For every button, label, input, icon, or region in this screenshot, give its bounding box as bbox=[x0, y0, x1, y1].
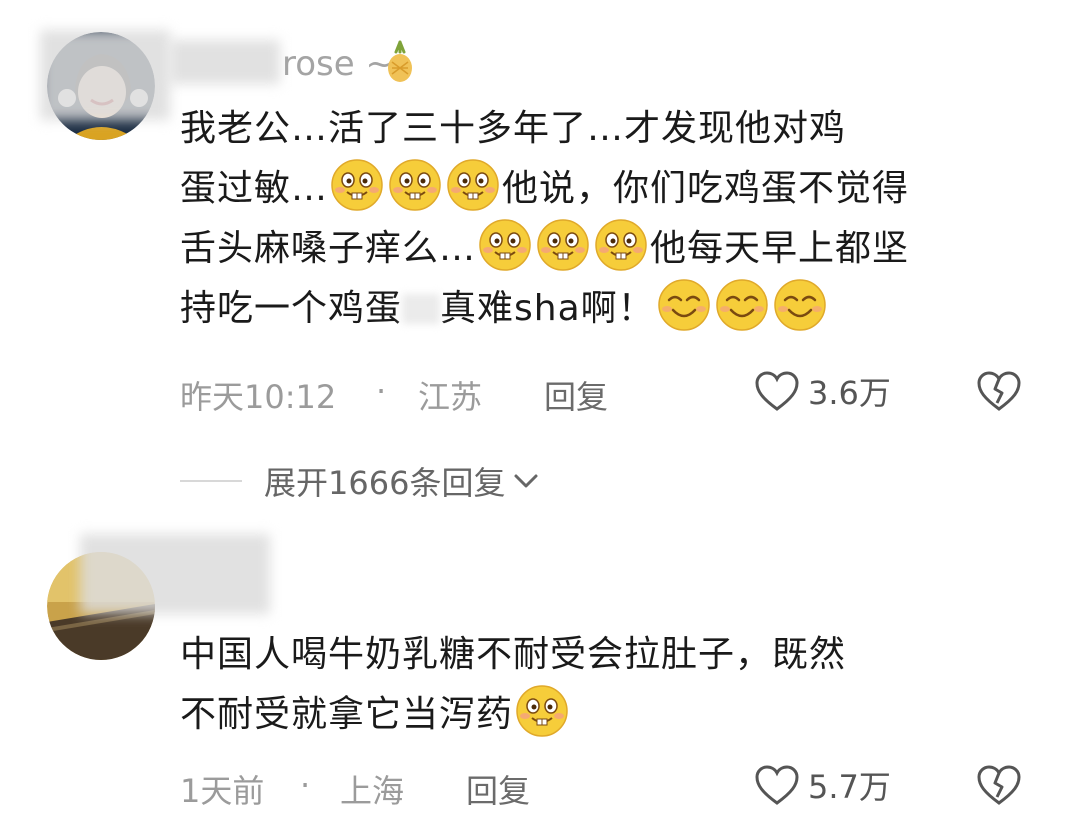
grin-emoji bbox=[330, 158, 384, 212]
text-segment: 蛋过敏… bbox=[180, 168, 329, 209]
text-segment: 他每天早上都坚 bbox=[650, 228, 910, 269]
broken-heart-icon[interactable] bbox=[976, 370, 1022, 412]
text-line: 我老公…活了三十多年了…才发现他对鸡 bbox=[180, 100, 1040, 158]
comment-text: 我老公…活了三十多年了…才发现他对鸡 蛋过敏… 他说，你们吃鸡蛋不觉得 舌头麻嗓子痒么… bbox=[180, 100, 1040, 338]
text-line: 舌头麻嗓子痒么… 他每天早上都坚 bbox=[180, 218, 1040, 278]
like-count: 3.6万 bbox=[808, 374, 891, 412]
text-line: 蛋过敏… 他说，你们吃鸡蛋不觉得 bbox=[180, 158, 1040, 218]
grin-emoji bbox=[446, 158, 500, 212]
privacy-blur bbox=[170, 40, 280, 84]
comment-location: 江苏 bbox=[418, 378, 483, 416]
heart-outline-icon bbox=[755, 371, 799, 411]
heart-outline-icon bbox=[755, 765, 799, 805]
text-segment: 不耐受就拿它当泻药 bbox=[180, 694, 514, 735]
text-segment: 中国人喝牛奶乳糖不耐受会拉肚子，既然 bbox=[180, 634, 847, 675]
grin-emoji bbox=[536, 218, 590, 272]
comment-location: 上海 bbox=[340, 772, 405, 810]
text-segment: 他说，你们吃鸡蛋不觉得 bbox=[502, 168, 910, 209]
expand-replies-label: 展开1666条回复 bbox=[264, 464, 506, 502]
grin-emoji bbox=[478, 218, 532, 272]
privacy-blur bbox=[40, 30, 170, 120]
text-line: 持吃一个鸡蛋 真难sha啊！ bbox=[180, 278, 1040, 338]
divider-line bbox=[180, 480, 242, 482]
grin-emoji bbox=[388, 158, 442, 212]
text-segment: 舌头麻嗓子痒么… bbox=[180, 228, 477, 269]
text-line: 中国人喝牛奶乳糖不耐受会拉肚子，既然 bbox=[180, 626, 1040, 684]
comment-time: 昨天10:12 bbox=[180, 378, 337, 416]
meta-separator: · bbox=[300, 766, 311, 804]
reply-button[interactable]: 回复 bbox=[544, 372, 608, 418]
reply-button[interactable]: 回复 bbox=[466, 766, 530, 812]
text-line: 不耐受就拿它当泻药 bbox=[180, 684, 1040, 744]
text-segment: 我老公…活了三十多年了…才发现他对鸡 bbox=[180, 108, 847, 149]
smile-emoji bbox=[657, 278, 711, 332]
grin-emoji bbox=[594, 218, 648, 272]
meta-separator: · bbox=[376, 372, 387, 410]
comment: rose ~ 我老公…活了三十多年了…才发现他对鸡 蛋过敏… 他说，你们吃鸡蛋不觉得… bbox=[0, 0, 1076, 520]
comment-text: 中国人喝牛奶乳糖不耐受会拉肚子，既然 不耐受就拿它当泻药 bbox=[180, 626, 1040, 744]
grin-emoji bbox=[515, 684, 569, 738]
text-segment: 持吃一个鸡蛋 bbox=[180, 288, 403, 329]
expand-replies-button[interactable]: 展开1666条回复 bbox=[180, 458, 539, 504]
like-button[interactable]: 3.6万 bbox=[754, 368, 891, 414]
like-count: 5.7万 bbox=[808, 768, 891, 806]
username[interactable]: rose ~ bbox=[282, 44, 394, 84]
broken-heart-icon[interactable] bbox=[976, 764, 1022, 806]
like-button[interactable]: 5.7万 bbox=[754, 762, 891, 808]
comment-time: 1天前 bbox=[180, 772, 265, 810]
comment: 中国人喝牛奶乳糖不耐受会拉肚子，既然 不耐受就拿它当泻药 1天前 · 上海 回复 … bbox=[0, 520, 1076, 840]
pineapple-icon bbox=[388, 40, 412, 82]
privacy-blur bbox=[80, 534, 270, 614]
chevron-down-icon bbox=[514, 474, 538, 488]
redaction-smudge bbox=[402, 294, 441, 324]
smile-emoji bbox=[715, 278, 769, 332]
text-segment: 真难sha啊！ bbox=[440, 288, 655, 329]
smile-emoji bbox=[773, 278, 827, 332]
